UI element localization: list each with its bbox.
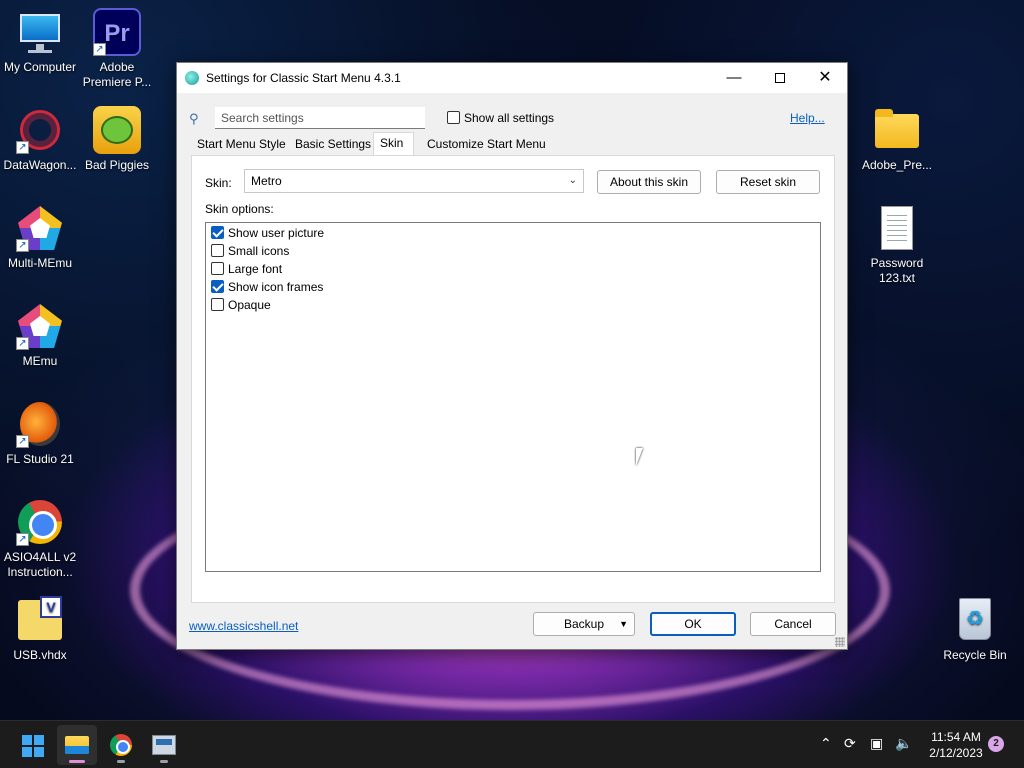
close-button[interactable]: ✕ — [802, 63, 848, 93]
minimize-button[interactable]: — — [711, 63, 757, 93]
sync-icon[interactable]: ⟳ — [844, 735, 856, 752]
checkbox[interactable] — [211, 226, 224, 239]
skin-options-label: Skin options: — [205, 202, 274, 216]
recycle-bin-icon: ♻ — [959, 598, 991, 640]
tab-customize-start-menu[interactable]: Customize Start Menu — [427, 135, 546, 155]
option-small-icons[interactable]: Small icons — [211, 242, 289, 260]
clock[interactable]: 11:54 AM 2/12/2023 — [922, 729, 990, 761]
checkbox[interactable] — [211, 280, 224, 293]
checkbox[interactable] — [211, 298, 224, 311]
cancel-button[interactable]: Cancel — [750, 612, 836, 636]
desktop-icon-multi-memu[interactable]: ↗ Multi-MEmu — [0, 204, 80, 271]
show-all-settings-checkbox[interactable]: Show all settings — [447, 111, 554, 125]
option-show-user-picture[interactable]: Show user picture — [211, 224, 324, 242]
shortcut-arrow-icon: ↗ — [16, 533, 29, 546]
resize-grip-icon[interactable] — [835, 637, 845, 647]
taskbar-chrome[interactable] — [101, 725, 141, 765]
shortcut-arrow-icon: ↗ — [16, 337, 29, 350]
desktop-icon-datawagon[interactable]: ↗ DataWagon... — [0, 106, 80, 173]
file-explorer-icon — [65, 736, 89, 754]
checkbox[interactable] — [447, 111, 460, 124]
reset-skin-button[interactable]: Reset skin — [716, 170, 820, 194]
desktop-icon-bad-piggies[interactable]: Bad Piggies — [77, 106, 157, 173]
tab-skin[interactable]: Skin — [373, 132, 415, 155]
chevron-down-icon: ⌄ — [568, 175, 577, 186]
desktop-icon-password-txt[interactable]: Password 123.txt — [857, 204, 937, 286]
maximize-icon — [775, 73, 785, 84]
taskbar-classic-shell-settings[interactable] — [144, 725, 184, 765]
mouse-cursor-icon — [636, 448, 650, 466]
bad-piggies-icon — [93, 106, 141, 154]
desktop-icon-recycle-bin[interactable]: ♻ Recycle Bin — [935, 596, 1015, 663]
taskbar-file-explorer[interactable] — [57, 725, 97, 765]
taskbar: ⌃ ⟳ ▣ 🔈 11:54 AM 2/12/2023 2 — [0, 720, 1024, 768]
notification-badge[interactable]: 2 — [988, 736, 1004, 752]
checkbox[interactable] — [211, 244, 224, 257]
tab-start-menu-style[interactable]: Start Menu Style — [197, 135, 286, 155]
shortcut-arrow-icon: ↗ — [16, 239, 29, 252]
shortcut-arrow-icon: ↗ — [16, 141, 29, 154]
shortcut-arrow-icon: ↗ — [93, 43, 106, 56]
option-show-icon-frames[interactable]: Show icon frames — [211, 278, 323, 296]
desktop-icon-my-computer[interactable]: My Computer — [0, 8, 80, 75]
close-icon: ✕ — [818, 69, 832, 86]
classicshell-link[interactable]: www.classicshell.net — [189, 619, 298, 633]
search-input[interactable] — [215, 107, 425, 129]
folder-icon — [875, 109, 919, 148]
tab-basic-settings[interactable]: Basic Settings — [295, 135, 371, 155]
desktop-icon-adobe-premiere[interactable]: Pr ↗ Adobe Premiere P... — [77, 8, 157, 90]
option-large-font[interactable]: Large font — [211, 260, 282, 278]
desktop-icon-fl-studio[interactable]: ↗ FL Studio 21 — [0, 400, 80, 467]
settings-window: Settings for Classic Start Menu 4.3.1 — … — [176, 62, 848, 650]
window-title: Settings for Classic Start Menu 4.3.1 — [206, 71, 401, 85]
backup-button[interactable]: Backup ▼ — [533, 612, 635, 636]
text-file-icon — [881, 206, 913, 250]
title-bar[interactable]: Settings for Classic Start Menu 4.3.1 — … — [177, 63, 847, 93]
shortcut-arrow-icon: ↗ — [16, 435, 29, 448]
windows-logo-icon — [22, 735, 44, 757]
desktop-icon-asio4all[interactable]: ↗ ASIO4ALL v2 Instruction... — [0, 498, 80, 580]
chrome-icon — [110, 734, 132, 756]
option-opaque[interactable]: Opaque — [211, 296, 271, 314]
maximize-button[interactable] — [757, 63, 803, 93]
settings-app-icon — [152, 735, 176, 755]
volume-icon[interactable]: 🔈 — [895, 735, 912, 752]
search-icon: ⚲ — [189, 111, 199, 126]
network-icon[interactable]: ▣ — [870, 735, 883, 752]
classic-shell-icon — [185, 71, 199, 85]
desktop-icon-memu[interactable]: ↗ MEmu — [0, 302, 80, 369]
ok-button[interactable]: OK — [650, 612, 736, 636]
desktop-icon-adobe-pre-folder[interactable]: Adobe_Pre... — [857, 106, 937, 173]
skin-options-list: Show user picture Small icons Large font… — [205, 222, 821, 572]
help-link[interactable]: Help... — [790, 111, 825, 125]
skin-dropdown[interactable]: Metro ⌄ — [244, 169, 584, 193]
skin-tab-panel: Skin: Metro ⌄ About this skin Reset skin… — [191, 155, 835, 603]
skin-label: Skin: — [205, 176, 232, 190]
monitor-icon — [20, 14, 60, 42]
minimize-icon: — — [726, 69, 742, 86]
chevron-up-icon[interactable]: ⌃ — [820, 735, 832, 752]
dropdown-arrow-icon: ▼ — [619, 619, 628, 629]
checkbox[interactable] — [211, 262, 224, 275]
start-button[interactable] — [12, 725, 52, 765]
about-this-skin-button[interactable]: About this skin — [597, 170, 701, 194]
desktop-icon-usb-vhdx[interactable]: V USB.vhdx — [0, 596, 80, 663]
